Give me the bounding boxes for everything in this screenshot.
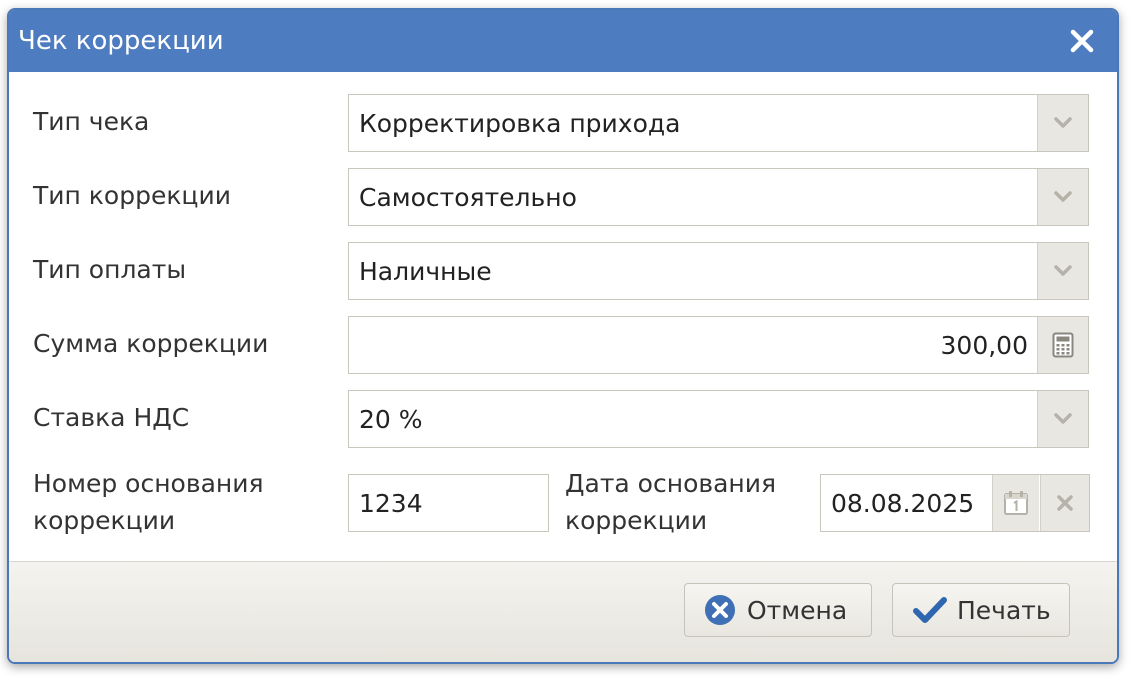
cancel-icon [705,595,735,625]
receipt-type-label: Тип чека [33,107,150,136]
close-button[interactable] [1067,26,1097,56]
correction-amount-label: Сумма коррекции [33,329,269,358]
basis-date-value: 08.08.2025 [831,488,975,518]
close-icon [1070,29,1094,53]
print-button-label: Печать [957,595,1051,625]
dialog-body: Тип чека Корректировка прихода Тип корре… [9,72,1117,562]
checkmark-icon [913,597,947,623]
payment-type-value: Наличные [359,256,492,286]
basis-number-label: Номер основания коррекции [33,465,264,539]
dialog-footer: Отмена Печать [9,561,1117,662]
correction-receipt-dialog: Чек коррекции Тип чека Корректировка при… [7,8,1119,664]
payment-type-dropdown-button[interactable] [1037,243,1088,299]
calendar-icon [1004,491,1028,515]
chevron-down-icon [1054,191,1072,202]
correction-type-select[interactable]: Самостоятельно [348,168,1089,226]
basis-date-label-line1: Дата основания [565,469,777,498]
correction-amount-input[interactable]: 300,00 [348,316,1089,374]
dialog-title: Чек коррекции [18,26,224,56]
clear-icon [1057,495,1073,511]
basis-number-label-line2: коррекции [33,506,176,535]
correction-type-dropdown-button[interactable] [1037,169,1088,225]
print-button[interactable]: Печать [892,583,1070,637]
basis-date-label-line2: коррекции [565,506,708,535]
cancel-button-label: Отмена [747,595,848,625]
calendar-button[interactable] [992,475,1039,531]
receipt-type-select[interactable]: Корректировка прихода [348,94,1089,152]
chevron-down-icon [1054,117,1072,128]
correction-type-value: Самостоятельно [359,182,577,212]
basis-date-input[interactable]: 08.08.2025 [820,474,1090,532]
calculator-button[interactable] [1037,317,1088,373]
receipt-type-value: Корректировка прихода [359,108,681,138]
basis-number-input[interactable]: 1234 [348,474,549,532]
chevron-down-icon [1054,413,1072,424]
basis-number-label-line1: Номер основания [33,469,264,498]
chevron-down-icon [1054,265,1072,276]
receipt-type-dropdown-button[interactable] [1037,95,1088,151]
dialog-titlebar: Чек коррекции [9,10,1117,72]
correction-amount-value: 300,00 [940,330,1028,360]
payment-type-select[interactable]: Наличные [348,242,1089,300]
cancel-button[interactable]: Отмена [684,583,872,637]
basis-number-value: 1234 [359,488,423,518]
clear-date-button[interactable] [1040,475,1089,531]
payment-type-label: Тип оплаты [33,255,187,284]
vat-rate-label: Ставка НДС [33,403,190,432]
calculator-icon [1052,332,1074,358]
vat-rate-dropdown-button[interactable] [1037,391,1088,447]
vat-rate-value: 20 % [359,404,423,434]
basis-date-label: Дата основания коррекции [565,465,776,539]
correction-type-label: Тип коррекции [33,181,231,210]
vat-rate-select[interactable]: 20 % [348,390,1089,448]
